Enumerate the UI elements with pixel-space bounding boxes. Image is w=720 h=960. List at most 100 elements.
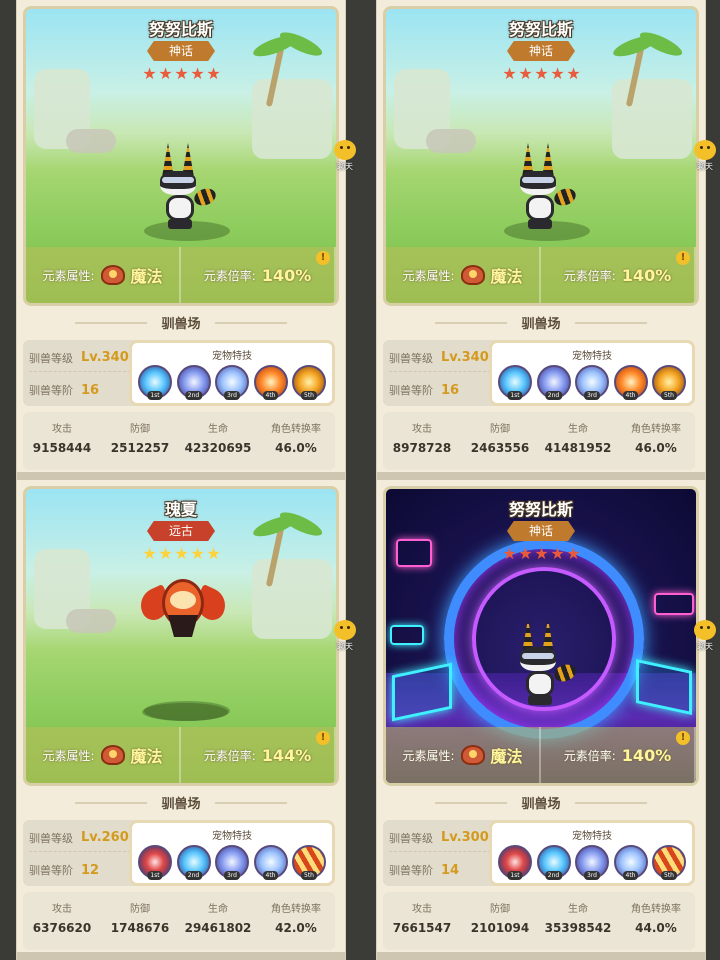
ice-crystal-icon[interactable]: 3rd bbox=[575, 365, 609, 400]
pet-stats-box: 攻击 8978728 防御 2463556 生命 41481952 角色转换率 46.0% bbox=[383, 412, 695, 470]
stat-item: 生命 35398542 bbox=[539, 892, 617, 950]
crystal-shard-icon[interactable]: 2nd bbox=[176, 365, 211, 400]
jackal-visor bbox=[162, 177, 194, 183]
section-title: 驯兽场 bbox=[377, 313, 705, 333]
crystal-shard-icon[interactable]: 3rd bbox=[575, 845, 609, 880]
star-icon: ★ bbox=[534, 544, 548, 563]
taming-level-label: 驯兽等级 bbox=[29, 831, 73, 845]
pet-model-jackal[interactable] bbox=[156, 143, 220, 231]
ice-flower-icon[interactable]: 1st bbox=[498, 365, 532, 400]
star-icon: ★ bbox=[206, 544, 220, 563]
section-title: 驯兽场 bbox=[17, 793, 345, 813]
pet-card-4: 努努比斯 神话 ★ ★ ★ ★ ★ 元素属性: 魔法 元素倍率: 140% ! 驯兽场 … bbox=[376, 480, 706, 960]
scenery-rock bbox=[252, 559, 332, 639]
shadow-pet-icon[interactable]: 5th bbox=[292, 365, 326, 400]
flame-orb-icon[interactable]: 5th bbox=[652, 845, 686, 880]
info-icon[interactable]: ! bbox=[676, 731, 690, 745]
element-multiplier-value: 144% bbox=[261, 745, 312, 765]
screenshot-grid: 努努比斯 神话 ★ ★ ★ ★ ★ 元素属性: 魔法 元素倍率: 140% ! 驯兽场 … bbox=[0, 0, 720, 960]
pet-model-owl[interactable] bbox=[135, 575, 231, 645]
pet-skill-list: 1st 2nd 3rd 4th 5th bbox=[138, 845, 326, 880]
pet-skill-list: 1st 2nd 3rd 4th 5th bbox=[498, 365, 686, 400]
jackal-body bbox=[526, 671, 554, 697]
chat-label: 聊天 bbox=[697, 162, 713, 171]
element-info-bar: 元素属性: 魔法 元素倍率: 144% ! bbox=[26, 727, 336, 783]
taming-stage-row: 驯兽等阶 16 bbox=[389, 376, 491, 404]
pet-model-jackal[interactable] bbox=[516, 143, 580, 231]
element-multiplier-cell: 元素倍率: 140% bbox=[181, 247, 336, 303]
jackal-tail bbox=[551, 661, 579, 685]
taming-stage-value: 16 bbox=[81, 382, 100, 398]
fire-slash-icon[interactable]: 4th bbox=[613, 365, 648, 400]
scenery-rock bbox=[612, 79, 692, 159]
ice-crystal-icon[interactable]: 4th bbox=[613, 845, 648, 880]
stat-value: 2463556 bbox=[470, 441, 530, 455]
crystal-shard-icon[interactable]: 2nd bbox=[536, 365, 571, 400]
element-attribute-cell: 元素属性: 魔法 bbox=[386, 247, 541, 303]
pet-model-jackal[interactable] bbox=[516, 619, 580, 707]
chat-button[interactable]: 聊天 bbox=[690, 620, 720, 654]
stat-item: 防御 1748676 bbox=[101, 892, 179, 950]
pet-name: 努努比斯 bbox=[508, 500, 573, 519]
stat-value: 29461802 bbox=[184, 921, 252, 935]
ice-flower-icon[interactable]: 2nd bbox=[536, 845, 571, 880]
pet-scene: 瑰夏 远古 ★ ★ ★ ★ ★ 元素属性: 魔法 元素倍率: 144% ! bbox=[23, 486, 339, 786]
fire-slash-icon[interactable]: 4th bbox=[253, 365, 288, 400]
stat-value: 42.0% bbox=[275, 921, 317, 935]
stat-label: 攻击 bbox=[52, 904, 72, 915]
stat-label: 生命 bbox=[568, 904, 588, 915]
star-icon: ★ bbox=[566, 64, 580, 83]
pet-shadow bbox=[142, 703, 228, 721]
taming-level-label: 驯兽等级 bbox=[389, 831, 433, 845]
star-icon: ★ bbox=[190, 64, 204, 83]
info-icon[interactable]: ! bbox=[676, 251, 690, 265]
stat-value: 9158444 bbox=[32, 441, 92, 455]
ice-crystal-icon[interactable]: 4th bbox=[253, 845, 288, 880]
taming-level-row: 驯兽等级 Lv.340 bbox=[389, 344, 491, 372]
pet-card-2: 努努比斯 神话 ★ ★ ★ ★ ★ 元素属性: 魔法 元素倍率: 140% ! 驯兽场 … bbox=[376, 0, 706, 480]
pet-skills-box: 宠物特技 1st 2nd 3rd 4th 5th bbox=[489, 820, 695, 886]
info-icon[interactable]: ! bbox=[316, 731, 330, 745]
pet-skill-list: 1st 2nd 3rd 4th 5th bbox=[138, 365, 326, 400]
magic-element-icon bbox=[100, 265, 125, 285]
jackal-head bbox=[520, 647, 556, 671]
skill-order-tag: 4th bbox=[622, 871, 639, 880]
info-icon[interactable]: ! bbox=[316, 251, 330, 265]
element-attribute-value: 魔法 bbox=[130, 747, 163, 766]
star-shield-icon[interactable]: 1st bbox=[498, 845, 532, 880]
jackal-legs bbox=[528, 219, 552, 229]
stat-label: 防御 bbox=[490, 904, 510, 915]
flame-orb-icon[interactable]: 5th bbox=[292, 845, 326, 880]
stat-value: 44.0% bbox=[635, 921, 677, 935]
stat-label: 角色转换率 bbox=[631, 904, 681, 915]
taming-level-value: Lv.260 bbox=[81, 830, 129, 845]
stat-value: 2101094 bbox=[470, 921, 530, 935]
element-multiplier-label: 元素倍率: bbox=[563, 748, 616, 763]
chat-button[interactable]: 聊天 bbox=[690, 140, 720, 174]
stat-label: 生命 bbox=[568, 424, 588, 435]
pet-skills-title: 宠物特技 bbox=[212, 351, 252, 362]
star-rating: ★ ★ ★ ★ ★ bbox=[386, 544, 696, 563]
element-attribute-cell: 元素属性: 魔法 bbox=[386, 727, 541, 783]
ice-crystal-icon[interactable]: 3rd bbox=[215, 365, 249, 400]
ice-flower-icon[interactable]: 1st bbox=[138, 365, 172, 400]
scenery-rock bbox=[426, 129, 476, 153]
star-icon: ★ bbox=[518, 544, 532, 563]
stat-label: 生命 bbox=[208, 904, 228, 915]
rarity-badge: 神话 bbox=[147, 41, 215, 61]
stat-item: 生命 42320695 bbox=[179, 412, 257, 470]
skill-order-tag: 2nd bbox=[184, 871, 203, 880]
chat-button[interactable]: 聊天 bbox=[330, 140, 360, 174]
chat-button[interactable]: 聊天 bbox=[330, 620, 360, 654]
shadow-pet-icon[interactable]: 5th bbox=[652, 365, 686, 400]
star-icon: ★ bbox=[206, 64, 220, 83]
stat-label: 防御 bbox=[490, 424, 510, 435]
pet-skills-box: 宠物特技 1st 2nd 3rd 4th 5th bbox=[129, 340, 335, 406]
ice-flower-icon[interactable]: 2nd bbox=[176, 845, 211, 880]
star-shield-icon[interactable]: 1st bbox=[138, 845, 172, 880]
element-multiplier-label: 元素倍率: bbox=[203, 748, 256, 763]
element-multiplier-cell: 元素倍率: 140% bbox=[541, 247, 696, 303]
stat-item: 攻击 8978728 bbox=[383, 412, 461, 470]
crystal-shard-icon[interactable]: 3rd bbox=[215, 845, 249, 880]
taming-stage-row: 驯兽等阶 12 bbox=[29, 856, 131, 884]
